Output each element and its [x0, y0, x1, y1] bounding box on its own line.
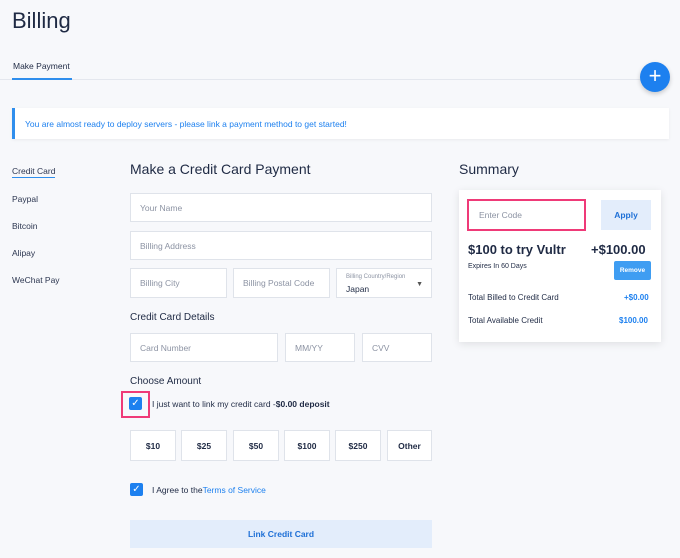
plus-icon: + [648, 63, 662, 88]
summary-title: Summary [459, 161, 519, 177]
link-only-text: I just want to link my credit card - [152, 399, 276, 409]
caret-down-icon: ▼ [416, 281, 423, 288]
agree-checkbox[interactable]: ✓ [130, 483, 143, 496]
promo-code-input[interactable]: Enter Code [467, 199, 586, 231]
active-tab-indicator [12, 78, 72, 80]
country-select-value: Japan [346, 284, 370, 294]
apply-button[interactable]: Apply [601, 200, 651, 230]
promo-amount: +$100.00 [591, 242, 646, 257]
agree-text: I Agree to the [152, 485, 203, 495]
address-field[interactable]: Billing Address [130, 231, 432, 260]
choose-amount-title: Choose Amount [130, 376, 202, 387]
info-alert: You are almost ready to deploy servers -… [12, 108, 669, 139]
amount-100-button[interactable]: $100 [284, 430, 330, 461]
card-details-title: Credit Card Details [130, 312, 215, 323]
sidebar-item-wechat-pay[interactable]: WeChat Pay [12, 275, 60, 285]
checkmark-icon: ✓ [131, 398, 140, 409]
sidebar-item-alipay[interactable]: Alipay [12, 248, 35, 258]
total-billed-label: Total Billed to Credit Card [468, 293, 559, 302]
sidebar-item-bitcoin[interactable]: Bitcoin [12, 221, 38, 231]
city-field[interactable]: Billing City [130, 268, 227, 298]
total-billed-value: +$0.00 [624, 293, 649, 302]
amount-50-button[interactable]: $50 [233, 430, 279, 461]
checkmark-icon: ✓ [132, 484, 141, 495]
tab-make-payment[interactable]: Make Payment [13, 61, 70, 71]
link-only-label: I just want to link my credit card -$0.0… [152, 399, 330, 409]
sidebar-item-paypal[interactable]: Paypal [12, 194, 38, 204]
available-credit-label: Total Available Credit [468, 316, 543, 325]
add-button[interactable]: + [640, 62, 670, 92]
sidebar-item-credit-card[interactable]: Credit Card [12, 166, 56, 178]
amount-other-button[interactable]: Other [387, 430, 432, 461]
agree-label: I Agree to theTerms of Service [152, 485, 266, 495]
cvv-field[interactable]: CVV [362, 333, 432, 362]
page-title: Billing [12, 8, 71, 33]
tab-divider [0, 79, 640, 80]
name-field[interactable]: Your Name [130, 193, 432, 222]
remove-button[interactable]: Remove [614, 261, 651, 280]
link-credit-card-button[interactable]: Link Credit Card [130, 520, 432, 548]
card-number-field[interactable]: Card Number [130, 333, 278, 362]
amount-25-button[interactable]: $25 [181, 430, 227, 461]
amount-250-button[interactable]: $250 [335, 430, 381, 461]
terms-of-service-link[interactable]: Terms of Service [203, 485, 266, 495]
country-select[interactable]: Billing Country/Region Japan ▼ [336, 268, 432, 298]
promo-expiry: Expires In 60 Days [468, 263, 527, 270]
available-credit-value: $100.00 [619, 316, 648, 325]
expiry-field[interactable]: MM/YY [285, 333, 355, 362]
amount-10-button[interactable]: $10 [130, 430, 176, 461]
link-only-checkbox[interactable]: ✓ [129, 397, 142, 410]
deposit-amount: $0.00 deposit [275, 399, 330, 409]
alert-text: You are almost ready to deploy servers -… [25, 119, 347, 129]
promo-title: $100 to try Vultr [468, 242, 566, 257]
form-title: Make a Credit Card Payment [130, 161, 311, 177]
postal-code-field[interactable]: Billing Postal Code [233, 268, 330, 298]
country-select-label: Billing Country/Region [346, 274, 406, 280]
